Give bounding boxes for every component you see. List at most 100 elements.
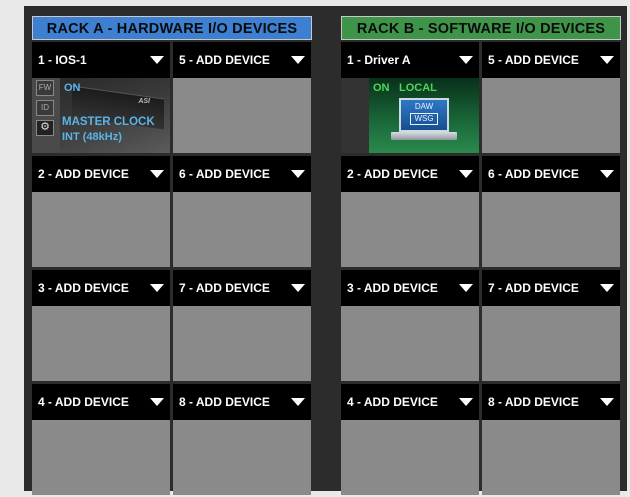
device-brand-logo: ASI xyxy=(138,98,150,105)
laptop-base-graphic xyxy=(391,132,457,140)
master-clock-label: MASTER CLOCK xyxy=(62,116,155,128)
rack-b-slot-5: 5 - ADD DEVICE xyxy=(482,42,620,153)
rack-b-slot-4: 4 - ADD DEVICE xyxy=(341,384,479,495)
rack-a-slot-3: 3 - ADD DEVICE xyxy=(32,270,170,381)
empty-slot-body xyxy=(32,420,170,495)
slot-label: 5 - ADD DEVICE xyxy=(179,53,270,67)
slot-label: 4 - ADD DEVICE xyxy=(347,395,438,409)
dropdown-arrow-icon xyxy=(150,170,164,178)
slot-label: 2 - ADD DEVICE xyxy=(38,167,129,181)
dropdown-arrow-icon xyxy=(459,170,473,178)
slot-label: 1 - IOS-1 xyxy=(38,53,87,67)
slot-device-dropdown[interactable]: 6 - ADD DEVICE xyxy=(482,156,620,192)
fw-button[interactable]: FW xyxy=(36,80,54,96)
dropdown-arrow-icon xyxy=(600,170,614,178)
dropdown-arrow-icon xyxy=(600,398,614,406)
screen-text-daw: DAW xyxy=(414,102,434,111)
laptop-icon: DAW WSG xyxy=(399,98,449,132)
empty-slot-body xyxy=(482,420,620,495)
empty-slot-body xyxy=(341,420,479,495)
slot-label: 4 - ADD DEVICE xyxy=(38,395,129,409)
empty-slot-body xyxy=(173,192,311,267)
io-rack-window: RACK A - HARDWARE I/O DEVICES 1 - IOS-1 … xyxy=(24,6,627,495)
empty-slot-body xyxy=(341,192,479,267)
id-button[interactable]: ID xyxy=(36,100,54,116)
rack-a-slot-7: 7 - ADD DEVICE xyxy=(173,270,311,381)
dropdown-arrow-icon xyxy=(150,284,164,292)
slot-device-dropdown[interactable]: 3 - ADD DEVICE xyxy=(341,270,479,306)
rack-b-slot-3: 3 - ADD DEVICE xyxy=(341,270,479,381)
slot-device-dropdown[interactable]: 5 - ADD DEVICE xyxy=(173,42,311,78)
slot-label: 5 - ADD DEVICE xyxy=(488,53,579,67)
dropdown-arrow-icon xyxy=(291,284,305,292)
rack-a-slot-5: 5 - ADD DEVICE xyxy=(173,42,311,153)
slot-device-dropdown[interactable]: 8 - ADD DEVICE xyxy=(173,384,311,420)
clock-rate-value: INT (48kHz) xyxy=(62,131,122,143)
rack-a-slot-1: 1 - IOS-1 FW ID ⚙ ASI ON MASTER CLOCK IN… xyxy=(32,42,170,153)
slot-label: 3 - ADD DEVICE xyxy=(38,281,129,295)
slot-device-dropdown[interactable]: 2 - ADD DEVICE xyxy=(341,156,479,192)
gear-icon[interactable]: ⚙ xyxy=(36,120,54,136)
dropdown-arrow-icon xyxy=(291,398,305,406)
slot-label: 7 - ADD DEVICE xyxy=(488,281,579,295)
rack-b: RACK B - SOFTWARE I/O DEVICES 1 - Driver… xyxy=(341,16,621,497)
dropdown-arrow-icon xyxy=(459,284,473,292)
slot-device-dropdown[interactable]: 1 - IOS-1 xyxy=(32,42,170,78)
empty-slot-body xyxy=(341,306,479,381)
rack-b-grid: 1 - Driver A DAW WSG ON LOCAL 5 - ADD DE… xyxy=(341,42,621,495)
rack-b-slot-6: 6 - ADD DEVICE xyxy=(482,156,620,267)
slot-device-dropdown[interactable]: 4 - ADD DEVICE xyxy=(341,384,479,420)
dropdown-arrow-icon xyxy=(459,56,473,64)
slot-label: 2 - ADD DEVICE xyxy=(347,167,438,181)
dropdown-arrow-icon xyxy=(291,170,305,178)
slot-label: 3 - ADD DEVICE xyxy=(347,281,438,295)
device-location: LOCAL xyxy=(399,82,437,94)
device-status: ON xyxy=(373,82,390,94)
empty-slot-body xyxy=(482,306,620,381)
dropdown-arrow-icon xyxy=(291,56,305,64)
slot-device-dropdown[interactable]: 8 - ADD DEVICE xyxy=(482,384,620,420)
device-side-strip xyxy=(341,78,369,153)
rack-b-slot-7: 7 - ADD DEVICE xyxy=(482,270,620,381)
slot-label: 8 - ADD DEVICE xyxy=(179,395,270,409)
empty-slot-body xyxy=(482,192,620,267)
slot-label: 1 - Driver A xyxy=(347,53,411,67)
dropdown-arrow-icon xyxy=(459,398,473,406)
empty-slot-body xyxy=(482,78,620,153)
slot-device-dropdown[interactable]: 7 - ADD DEVICE xyxy=(482,270,620,306)
rack-a-slot-8: 8 - ADD DEVICE xyxy=(173,384,311,495)
empty-slot-body xyxy=(173,78,311,153)
slot-device-dropdown[interactable]: 6 - ADD DEVICE xyxy=(173,156,311,192)
slot-label: 7 - ADD DEVICE xyxy=(179,281,270,295)
empty-slot-body xyxy=(173,306,311,381)
rack-b-slot-2: 2 - ADD DEVICE xyxy=(341,156,479,267)
slot-device-dropdown[interactable]: 4 - ADD DEVICE xyxy=(32,384,170,420)
slot-label: 6 - ADD DEVICE xyxy=(488,167,579,181)
dropdown-arrow-icon xyxy=(150,398,164,406)
slot-device-dropdown[interactable]: 7 - ADD DEVICE xyxy=(173,270,311,306)
rack-a-slot-4: 4 - ADD DEVICE xyxy=(32,384,170,495)
slot-label: 6 - ADD DEVICE xyxy=(179,167,270,181)
slot-device-dropdown[interactable]: 5 - ADD DEVICE xyxy=(482,42,620,78)
rack-a: RACK A - HARDWARE I/O DEVICES 1 - IOS-1 … xyxy=(32,16,312,497)
rack-a-slot-6: 6 - ADD DEVICE xyxy=(173,156,311,267)
device-status: ON xyxy=(64,82,81,94)
slot-device-dropdown[interactable]: 2 - ADD DEVICE xyxy=(32,156,170,192)
empty-slot-body xyxy=(32,306,170,381)
slot-device-dropdown[interactable]: 3 - ADD DEVICE xyxy=(32,270,170,306)
device-detail: FW ID ⚙ ASI ON MASTER CLOCK INT (48kHz) xyxy=(32,78,170,153)
slot-label: 8 - ADD DEVICE xyxy=(488,395,579,409)
rack-b-slot-1: 1 - Driver A DAW WSG ON LOCAL xyxy=(341,42,479,153)
dropdown-arrow-icon xyxy=(600,284,614,292)
device-panel: FW ID ⚙ ASI ON MASTER CLOCK INT (48kHz) xyxy=(32,78,170,153)
screen-text-wsg: WSG xyxy=(410,113,438,125)
rack-b-title: RACK B - SOFTWARE I/O DEVICES xyxy=(341,16,621,40)
dropdown-arrow-icon xyxy=(150,56,164,64)
slot-device-dropdown[interactable]: 1 - Driver A xyxy=(341,42,479,78)
rack-b-slot-8: 8 - ADD DEVICE xyxy=(482,384,620,495)
device-side-buttons: FW ID ⚙ xyxy=(36,80,56,140)
rack-a-grid: 1 - IOS-1 FW ID ⚙ ASI ON MASTER CLOCK IN… xyxy=(32,42,312,495)
empty-slot-body xyxy=(32,192,170,267)
rack-a-slot-2: 2 - ADD DEVICE xyxy=(32,156,170,267)
empty-slot-body xyxy=(173,420,311,495)
